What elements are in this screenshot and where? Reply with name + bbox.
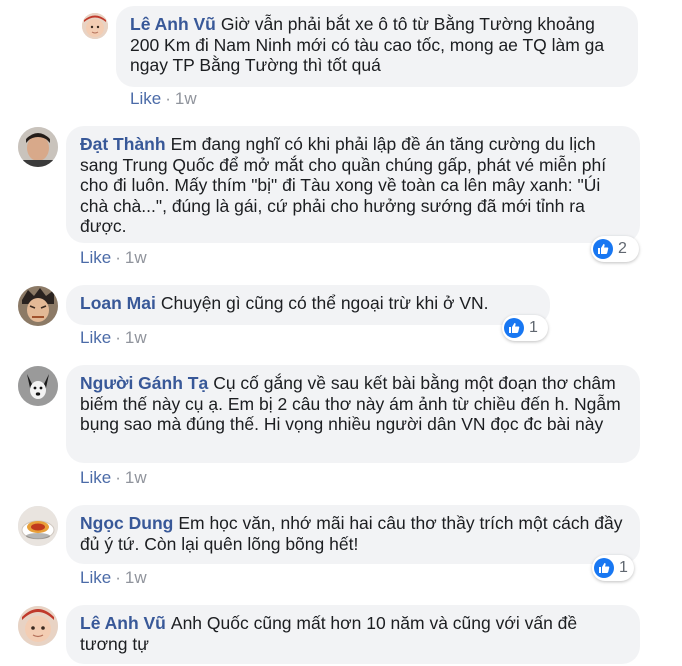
comment-author[interactable]: Người Gánh Tạ — [80, 373, 208, 393]
thumbs-up-icon — [594, 558, 614, 578]
like-button[interactable]: Like — [80, 468, 111, 487]
comment-time[interactable]: 1w — [125, 568, 147, 587]
comment-meta: Like · 1w — [80, 568, 147, 587]
comment-bubble: Đạt Thành Em đang nghĩ có khi phải lập đề… — [66, 126, 640, 243]
reaction-count[interactable]: 1 — [592, 555, 634, 581]
avatar[interactable] — [18, 127, 58, 167]
comment-time[interactable]: 1w — [175, 89, 197, 108]
comment-author[interactable]: Lê Anh Vũ — [130, 14, 216, 34]
comment-author[interactable]: Ngọc Dung — [80, 513, 173, 533]
thumbs-up-icon — [504, 318, 524, 338]
comment-bubble: Lê Anh Vũ Anh Quốc cũng mất hơn 10 năm và… — [66, 605, 640, 664]
reaction-number: 1 — [529, 319, 538, 336]
comment-meta: Like · 1w — [80, 248, 147, 267]
comment-author[interactable]: Loan Mai — [80, 293, 156, 313]
comment-bubble: Người Gánh Tạ Cụ cố gắng về sau kết bài b… — [66, 365, 640, 463]
avatar[interactable] — [18, 366, 58, 406]
avatar[interactable] — [18, 286, 58, 326]
comment-time[interactable]: 1w — [125, 328, 147, 347]
comment-time[interactable]: 1w — [125, 248, 147, 267]
avatar[interactable] — [18, 606, 58, 646]
comment-meta: Like · 1w — [80, 328, 147, 347]
thumbs-up-icon — [593, 239, 613, 259]
like-button[interactable]: Like — [80, 328, 111, 347]
like-button[interactable]: Like — [80, 248, 111, 267]
comment-meta: Like · 1w — [130, 89, 197, 108]
reaction-count[interactable]: 1 — [502, 315, 548, 341]
reaction-number: 2 — [618, 240, 627, 257]
comment-bubble: Lê Anh Vũ Giờ vẫn phải bắt xe ô tô từ Bằn… — [116, 6, 638, 87]
comment-time[interactable]: 1w — [125, 468, 147, 487]
reaction-count[interactable]: 2 — [591, 236, 639, 262]
comment-text: Chuyện gì cũng có thể ngoại trừ khi ở VN… — [160, 293, 489, 313]
reaction-number: 1 — [619, 559, 628, 576]
like-button[interactable]: Like — [80, 568, 111, 587]
comment-author[interactable]: Lê Anh Vũ — [80, 613, 166, 633]
avatar[interactable] — [82, 13, 108, 39]
avatar[interactable] — [18, 506, 58, 546]
comment-meta: Like · 1w — [80, 468, 147, 487]
comment-bubble: Ngọc Dung Em học văn, nhớ mãi hai câu thơ… — [66, 505, 640, 564]
comment-author[interactable]: Đạt Thành — [80, 134, 166, 154]
like-button[interactable]: Like — [130, 89, 161, 108]
comment-bubble: Loan Mai Chuyện gì cũng có thể ngoại trừ … — [66, 285, 550, 325]
